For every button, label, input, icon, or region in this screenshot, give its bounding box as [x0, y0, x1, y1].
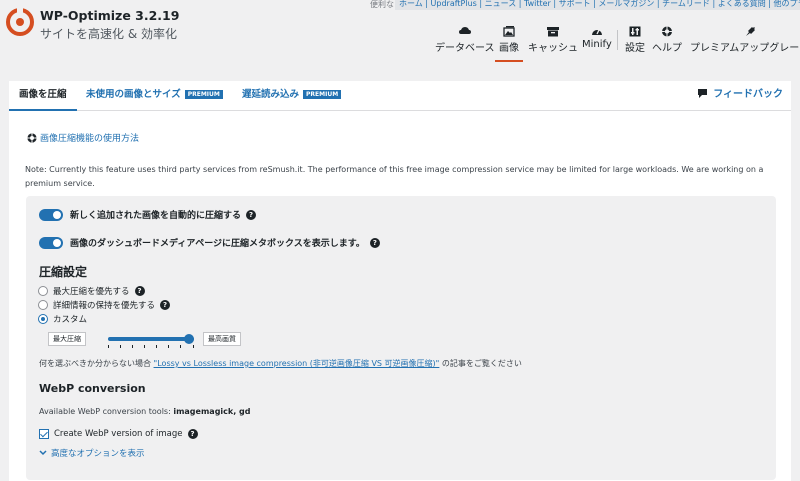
premium-badge: PREMIUM	[184, 90, 223, 99]
radio-custom[interactable]: カスタム	[38, 313, 87, 325]
auto-compress-toggle[interactable]	[39, 208, 63, 221]
main-card: 画像を圧縮 未使用の画像とサイズ PREMIUM 遅延読み込み PREMIUM フィ…	[9, 81, 791, 481]
show-metabox-toggle[interactable]	[39, 236, 63, 249]
compression-slider[interactable]: 最大圧縮 最高画質	[48, 332, 278, 348]
help-icon[interactable]: ?	[369, 237, 380, 248]
menu-item-images[interactable]: 画像	[495, 26, 523, 62]
menu-item-cache[interactable]: キャッシュ	[528, 26, 578, 54]
premium-badge: PREMIUM	[303, 90, 342, 99]
settings-panel: 新しく追加された画像を自動的に圧縮する ? 画像のダッシュボードメディアページに…	[26, 196, 776, 480]
help-icon[interactable]: ?	[160, 300, 171, 310]
menu-label-settings: 設定	[625, 43, 645, 54]
menu-label-premium: プレミアムアップグレード	[690, 43, 800, 54]
menu-item-database[interactable]: データベース	[435, 26, 495, 54]
comment-icon	[698, 89, 708, 98]
webp-tools-value: imagemagick, gd	[173, 407, 251, 416]
lossy-vs-lossless-link[interactable]: "Lossy vs Lossless image compression (非可…	[154, 359, 440, 368]
which-prefix: 何を選ぶべきか分からない場合	[39, 359, 151, 368]
slider-ticks	[108, 345, 194, 349]
tab-unused-images[interactable]: 未使用の画像とサイズ PREMIUM	[86, 81, 223, 111]
help-icon[interactable]: ?	[246, 209, 257, 220]
howto-link[interactable]: 画像圧縮機能の使用方法	[27, 131, 139, 144]
tab-compress-label: 画像を圧縮	[19, 89, 67, 100]
brand-title: WP-Optimize 3.2.19	[40, 8, 180, 23]
show-metabox-row: 画像のダッシュボードメディアページに圧縮メタボックスを表示します。 ?	[39, 236, 380, 249]
settings-icon	[629, 26, 641, 37]
webp-tools-prefix: Available WebP conversion tools:	[39, 407, 171, 416]
auto-compress-row: 新しく追加された画像を自動的に圧縮する ?	[39, 208, 257, 221]
menu-item-settings[interactable]: 設定	[625, 26, 645, 54]
menu-label-minify: Minify	[582, 39, 612, 50]
menu-label-help: ヘルプ	[652, 43, 682, 54]
advanced-options-toggle[interactable]: 高度なオプションを表示	[39, 447, 145, 459]
chevron-down-icon	[39, 450, 47, 456]
cache-icon	[547, 27, 559, 37]
howto-label: 画像圧縮機能の使用方法	[40, 134, 140, 144]
radio-max-compression-input[interactable]	[38, 286, 48, 296]
radio-custom-input[interactable]	[38, 314, 48, 324]
radio-keep-details-input[interactable]	[38, 300, 48, 310]
menu-item-premium[interactable]: プレミアムアップグレード	[690, 26, 800, 54]
database-icon	[458, 27, 471, 34]
tab-lazy-load[interactable]: 遅延読み込み PREMIUM	[242, 81, 342, 111]
tab-unused-label: 未使用の画像とサイズ	[86, 89, 181, 100]
create-webp-row[interactable]: Create WebP version of image ?	[39, 429, 198, 439]
slider-track[interactable]	[108, 334, 194, 344]
slider-thumb[interactable]	[184, 334, 194, 344]
help-icon	[662, 26, 672, 37]
top-header: WP-Optimize 3.2.19 サイトを高速化 & 効率化 便利なリンク …	[0, 0, 800, 66]
feedback-link[interactable]: フィードバック	[698, 81, 783, 111]
show-metabox-label: 画像のダッシュボードメディアページに圧縮メタボックスを表示します。	[70, 239, 365, 249]
menu-separator	[617, 30, 618, 50]
menu-label-images: 画像	[499, 43, 519, 54]
which-to-choose-text: 何を選ぶべきか分からない場合 "Lossy vs Lossless image …	[39, 358, 522, 369]
help-icon[interactable]: ?	[187, 429, 198, 439]
webp-tools: Available WebP conversion tools: imagema…	[39, 407, 251, 416]
useful-links-items[interactable]: ホーム | UpdraftPlus | ニュース | Twitter | サポー…	[399, 0, 800, 8]
menu-label-database: データベース	[435, 43, 495, 54]
tab-compress-images[interactable]: 画像を圧縮	[9, 81, 77, 111]
menu-label-cache: キャッシュ	[528, 43, 578, 54]
radio-custom-label: カスタム	[53, 315, 88, 325]
minify-icon	[591, 29, 602, 35]
webp-heading: WebP conversion	[39, 382, 146, 395]
lifebuoy-icon	[27, 133, 37, 143]
useful-links-bar[interactable]: ホーム | UpdraftPlus | ニュース | Twitter | サポー…	[395, 0, 800, 10]
main-menu: データベース 画像 キャッシュ Minify 設定 ヘルプ プレミアムアップグレ…	[0, 26, 800, 66]
note-text: Note: Currently this feature uses third …	[25, 165, 764, 188]
useful-links: 便利なリンク ホーム | UpdraftPlus | ニュース | Twitte…	[370, 0, 800, 10]
menu-item-help[interactable]: ヘルプ	[652, 26, 682, 54]
help-icon[interactable]: ?	[134, 286, 145, 296]
create-webp-label: Create WebP version of image	[54, 429, 183, 439]
premium-icon	[745, 27, 755, 36]
tab-lazy-label: 遅延読み込み	[242, 89, 300, 100]
advanced-options-label: 高度なオプションを表示	[51, 449, 145, 459]
radio-max-compression[interactable]: 最大圧縮を優先する ?	[38, 285, 145, 297]
which-suffix: の記事をご覧ください	[441, 359, 522, 368]
radio-keep-details-label: 詳細情報の保持を優先する	[53, 301, 156, 311]
slider-min-label: 最大圧縮	[48, 332, 86, 346]
feedback-label: フィードバック	[713, 89, 783, 100]
images-icon	[503, 26, 515, 37]
tab-bar: 画像を圧縮 未使用の画像とサイズ PREMIUM 遅延読み込み PREMIUM フィ…	[9, 81, 791, 111]
radio-keep-details[interactable]: 詳細情報の保持を優先する ?	[38, 299, 171, 311]
create-webp-checkbox[interactable]	[39, 429, 49, 439]
menu-item-minify[interactable]: Minify	[582, 26, 612, 50]
radio-max-compression-label: 最大圧縮を優先する	[53, 287, 130, 297]
compression-heading: 圧縮設定	[39, 265, 88, 279]
slider-max-label: 最高画質	[203, 332, 241, 346]
auto-compress-label: 新しく追加された画像を自動的に圧縮する	[70, 211, 242, 221]
